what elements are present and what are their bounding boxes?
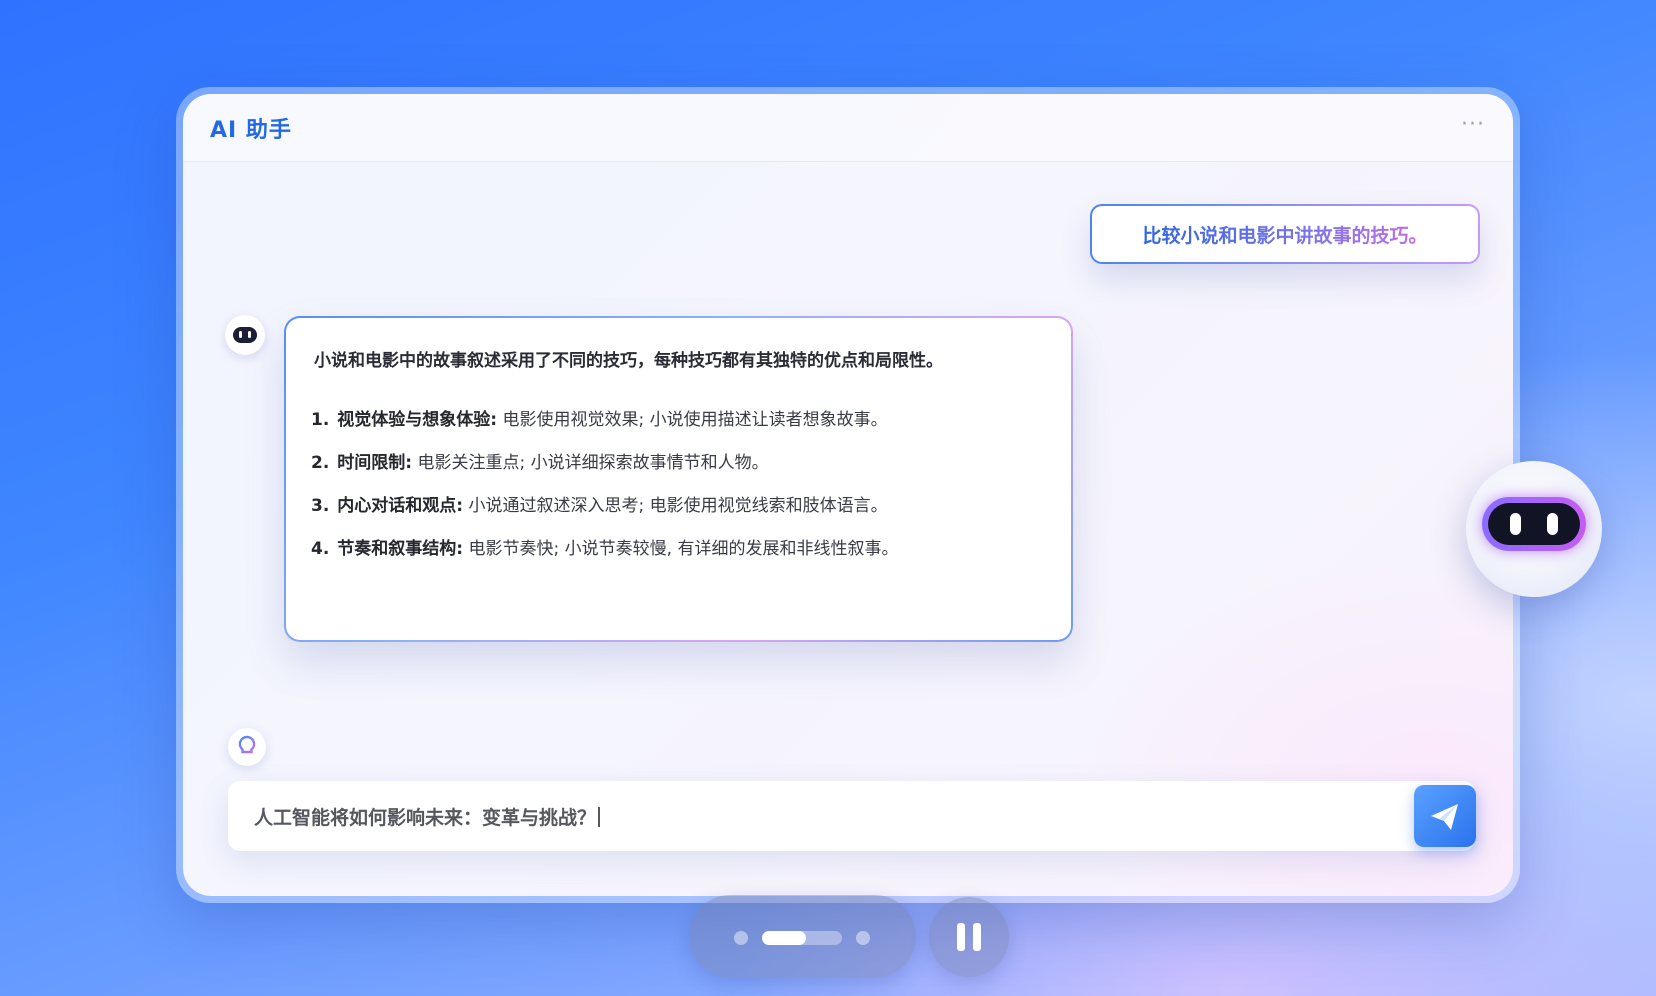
assistant-answer-card: 小说和电影中的故事叙述采用了不同的技巧，每种技巧都有其独特的优点和局限性。 1.… <box>284 316 1073 642</box>
paper-plane-icon <box>1431 804 1458 830</box>
robot-face-icon <box>225 315 265 355</box>
assistant-window: AI 助手 ··· 比较小说和电影中讲故事的技巧。 小说和电影中的故事叙述采用了… <box>183 94 1513 896</box>
answer-intro: 小说和电影中的故事叙述采用了不同的技巧，每种技巧都有其独特的优点和局限性。 <box>314 351 943 371</box>
title-bar: AI 助手 ··· <box>183 94 1513 162</box>
list-item: 4. 节奏和叙事结构: 电影节奏快; 小说节奏较慢, 有详细的发展和非线性叙事。 <box>311 539 899 559</box>
page-progress-fill <box>762 931 806 945</box>
chat-input-value: 人工智能将如何影响未来：变革与挑战？ <box>254 807 597 829</box>
answer-list: 1. 视觉体验与想象体验: 电影使用视觉效果; 小说使用描述让读者想象故事。 2.… <box>311 408 898 580</box>
page-dot-1[interactable] <box>734 931 748 945</box>
floating-assistant-button[interactable] <box>1466 461 1602 597</box>
app-title: AI 助手 <box>210 118 292 143</box>
list-item: 2. 时间限制: 电影关注重点; 小说详细探索故事情节和人物。 <box>311 453 769 473</box>
chat-input[interactable]: 人工智能将如何影响未来：变革与挑战？ <box>228 781 1476 851</box>
list-item: 1. 视觉体验与想象体验: 电影使用视觉效果; 小说使用描述让读者想象故事。 <box>311 410 888 430</box>
more-options-button[interactable]: ··· <box>1451 114 1495 142</box>
page-indicator <box>689 895 916 978</box>
page-progress-track[interactable] <box>762 931 842 945</box>
lightbulb-icon[interactable] <box>228 728 266 766</box>
pause-button[interactable] <box>929 897 1009 977</box>
robot-face-icon <box>1482 497 1586 551</box>
user-message-text: 比较小说和电影中讲故事的技巧。 <box>1142 221 1427 248</box>
list-item: 3. 内心对话和观点: 小说通过叙述深入思考; 电影使用视觉线索和肢体语言。 <box>311 496 888 516</box>
text-caret <box>598 807 601 827</box>
send-button[interactable] <box>1414 785 1476 847</box>
pause-icon <box>957 923 965 951</box>
page-dot-3[interactable] <box>856 931 870 945</box>
user-message-bubble: 比较小说和电影中讲故事的技巧。 <box>1090 204 1480 264</box>
